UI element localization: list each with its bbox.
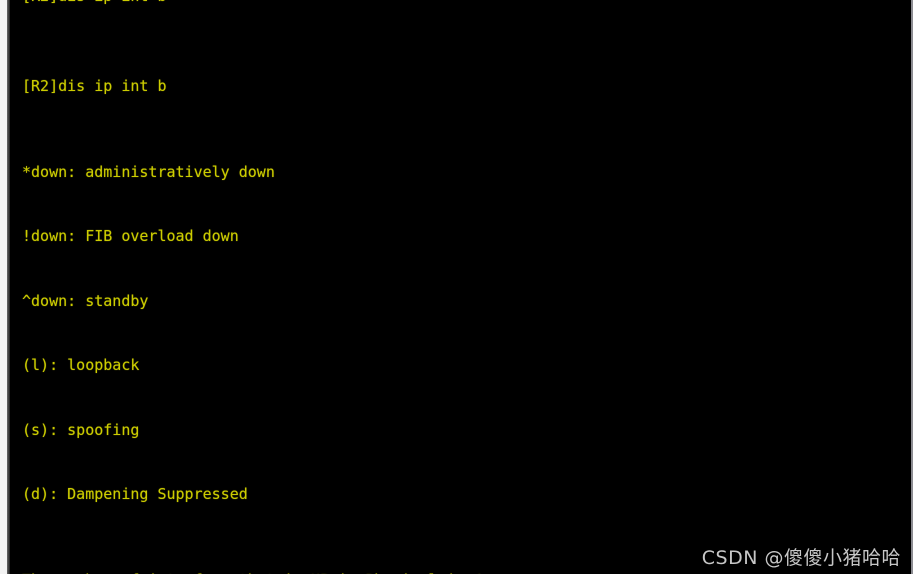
window-left-border-shadow	[7, 0, 10, 574]
legend-line-dampening: (d): Dampening Suppressed	[22, 485, 248, 503]
window-left-border	[0, 0, 7, 574]
legend-line-standby: ^down: standby	[22, 291, 149, 310]
legend-line-spoofing: (s): spoofing	[22, 420, 140, 439]
legend-line-admin-down: *down: administratively down	[22, 162, 275, 181]
terminal-window[interactable]: [R2]dis ip int b [R2]dis ip int b *down:…	[0, 0, 913, 574]
csdn-watermark: CSDN @傻傻小猪哈哈	[701, 547, 901, 569]
count-line-up-physical: The number of interface that is UP in Ph…	[22, 570, 911, 574]
legend-line-fib-overload: !down: FIB overload down	[22, 227, 239, 245]
clipped-scrollback-line: [R2]dis ip int b	[22, 0, 167, 7]
command-line: [R2]dis ip int b	[22, 76, 167, 95]
terminal-screen[interactable]: [R2]dis ip int b [R2]dis ip int b *down:…	[10, 0, 911, 574]
console-output: [R2]dis ip int b *down: administratively…	[22, 11, 911, 574]
legend-line-loopback: (l): loopback	[22, 356, 140, 374]
